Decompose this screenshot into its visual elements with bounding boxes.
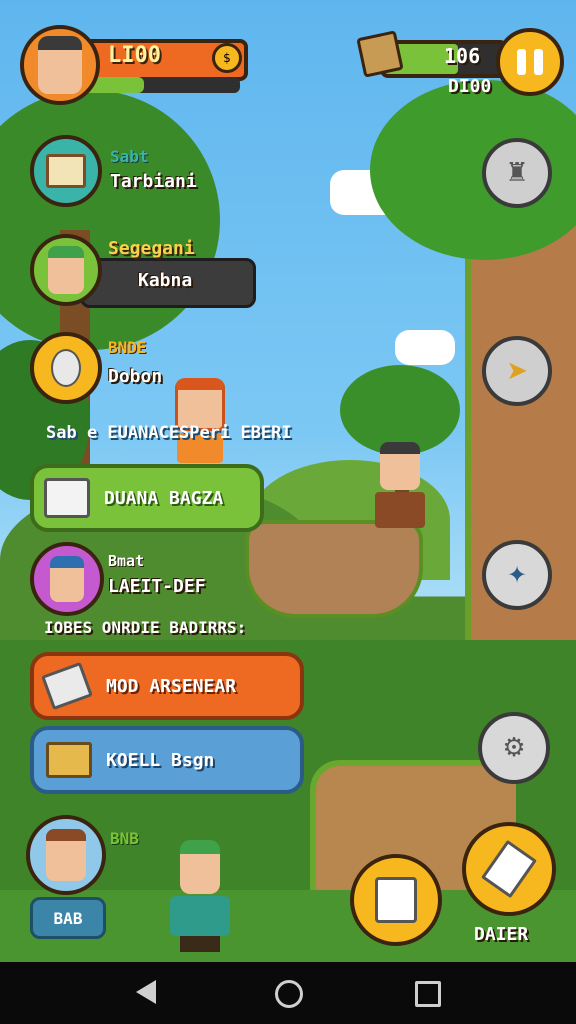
player-avatar[interactable] <box>20 25 100 105</box>
home-icon[interactable] <box>275 980 303 1008</box>
gem-counter: 106 DI00 <box>356 30 508 102</box>
character-card[interactable]: Bmat LAEIT-DEF <box>30 542 270 616</box>
coin-icon: $ <box>212 43 242 73</box>
orange-action-label: MOD ARSENEAR <box>106 675 237 697</box>
bottom-left-profile[interactable]: BNB BAB <box>26 815 176 945</box>
character-card-title: Bmat <box>108 552 145 570</box>
pause-icon <box>517 49 543 75</box>
recents-icon[interactable] <box>415 981 441 1007</box>
gear-icon[interactable]: ⚙ <box>478 712 550 784</box>
write-button[interactable] <box>462 822 556 916</box>
menu-item-subtitle: Dobon <box>108 366 163 387</box>
document-icon <box>44 478 90 518</box>
green-action-button[interactable]: DUANA BAGZA <box>30 464 264 532</box>
game-scene: LI00 $ 106 DI00 Sabt Tarbiani Segegani K… <box>0 0 576 962</box>
scroll-icon <box>30 135 102 207</box>
character-avatar <box>30 542 104 616</box>
banner-text: Sab e EUANACESPeri EBERI <box>46 423 292 443</box>
egg-icon <box>30 332 102 404</box>
blue-action-label: KOELL Bsgn <box>106 749 215 771</box>
green-action-label: DUANA BAGZA <box>104 487 224 509</box>
menu-item-subtitle: Tarbiani <box>110 171 197 192</box>
orange-action-button[interactable]: MOD ARSENEAR <box>30 652 304 720</box>
menu-item-subtitle: Kabna <box>138 270 193 291</box>
profile-badge-label: BAB <box>53 908 83 928</box>
pause-button[interactable] <box>496 28 564 96</box>
cloud <box>395 330 455 365</box>
pencil-icon <box>41 661 93 711</box>
quill-icon <box>481 839 537 899</box>
castle-icon[interactable]: ♜ <box>482 138 552 208</box>
floating-cliff <box>245 520 423 618</box>
gem-amount: 106 <box>444 44 481 68</box>
menu-item-title: Segegani <box>108 238 195 259</box>
gold-amount: LI00 <box>108 43 161 68</box>
character-merchant[interactable] <box>372 442 428 530</box>
system-nav-bar <box>0 962 576 1024</box>
menu-item-2[interactable]: BNDE Dobon <box>30 332 230 404</box>
write-button-label: DAIER <box>474 924 529 945</box>
sub-amount: DI00 <box>448 76 492 97</box>
avatar-icon <box>30 234 102 306</box>
menu-item-1[interactable]: Segegani Kabna <box>30 232 260 312</box>
menu-item-title: Sabt <box>110 147 149 166</box>
back-icon[interactable] <box>136 980 156 1004</box>
menu-item-title: BNDE <box>108 338 147 357</box>
xp-track <box>80 77 240 93</box>
map-icon <box>46 742 92 778</box>
character-card-subtitle: LAEIT-DEF <box>108 576 206 597</box>
clipboard-icon <box>375 877 417 923</box>
profile-avatar <box>26 815 106 895</box>
compass-icon[interactable]: ✦ <box>482 540 552 610</box>
menu-item-0[interactable]: Sabt Tarbiani <box>30 135 230 207</box>
avatar <box>38 36 82 94</box>
crate-icon <box>356 30 404 78</box>
blue-action-button[interactable]: KOELL Bsgn <box>30 726 304 794</box>
caption-text: IOBES ONRDIE BADIRRS: <box>44 618 247 637</box>
edit-button[interactable] <box>350 854 442 946</box>
profile-title: BNB <box>110 829 139 848</box>
arrow-icon[interactable]: ➤ <box>482 336 552 406</box>
player-hud: LI00 $ <box>20 25 250 105</box>
profile-badge: BAB <box>30 897 106 939</box>
